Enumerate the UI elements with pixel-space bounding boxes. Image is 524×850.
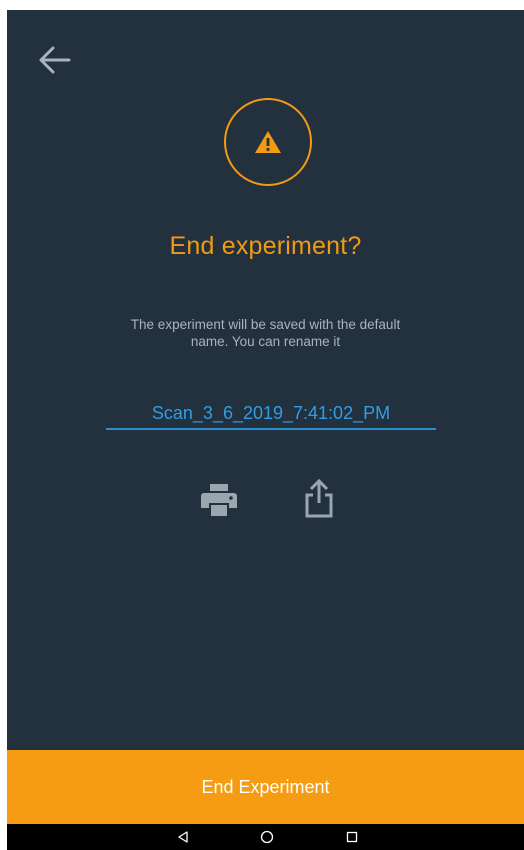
end-experiment-button[interactable]: End Experiment bbox=[7, 750, 524, 824]
nav-recents-square-icon bbox=[346, 831, 358, 843]
warning-triangle-icon bbox=[255, 131, 281, 153]
warning-badge bbox=[224, 98, 312, 186]
system-nav-bar bbox=[7, 824, 524, 850]
nav-home-button[interactable] bbox=[252, 824, 282, 850]
experiment-name-input[interactable] bbox=[106, 398, 436, 430]
end-experiment-screen: End experiment? The experiment will be s… bbox=[7, 10, 524, 850]
nav-back-triangle-icon bbox=[178, 831, 188, 843]
printer-icon bbox=[201, 484, 237, 516]
nav-back-button[interactable] bbox=[168, 824, 198, 850]
dialog-title: End experiment? bbox=[169, 232, 362, 260]
dialog-message: The experiment will be saved with the de… bbox=[130, 317, 401, 349]
back-button[interactable] bbox=[35, 42, 75, 78]
print-button[interactable] bbox=[197, 478, 241, 522]
share-upload-icon bbox=[305, 479, 333, 518]
nav-home-circle-icon bbox=[260, 830, 274, 844]
arrow-back-icon bbox=[39, 46, 71, 74]
share-button[interactable] bbox=[299, 476, 339, 522]
nav-recents-button[interactable] bbox=[337, 824, 367, 850]
